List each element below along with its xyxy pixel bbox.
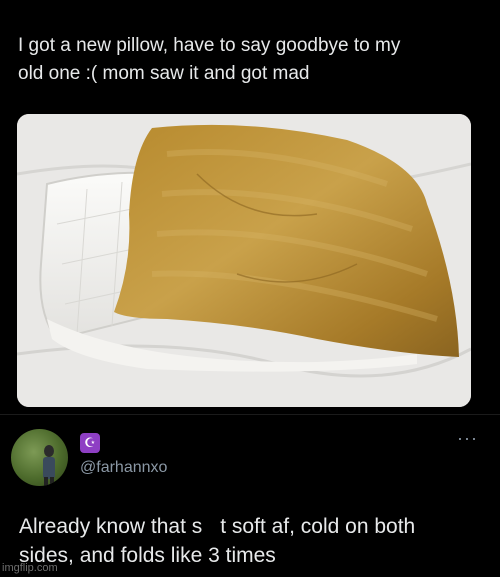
star-and-crescent-icon: ☪ [80,433,100,453]
pillow-photo [17,114,471,407]
divider [0,414,500,415]
person-photo [43,445,55,486]
avatar[interactable] [11,429,68,486]
censor-mark [202,519,221,536]
post-text: I got a new pillow, have to say goodbye … [18,35,401,84]
watermark: imgflip.com [2,562,58,574]
username-handle[interactable]: @farhannxo [80,459,167,477]
more-options-icon[interactable]: ··· [457,429,478,447]
reply-text-part1: Already know that s [19,515,203,538]
reply-text: Already know that st soft af, cold on bo… [19,512,489,570]
post-image[interactable] [17,114,471,407]
